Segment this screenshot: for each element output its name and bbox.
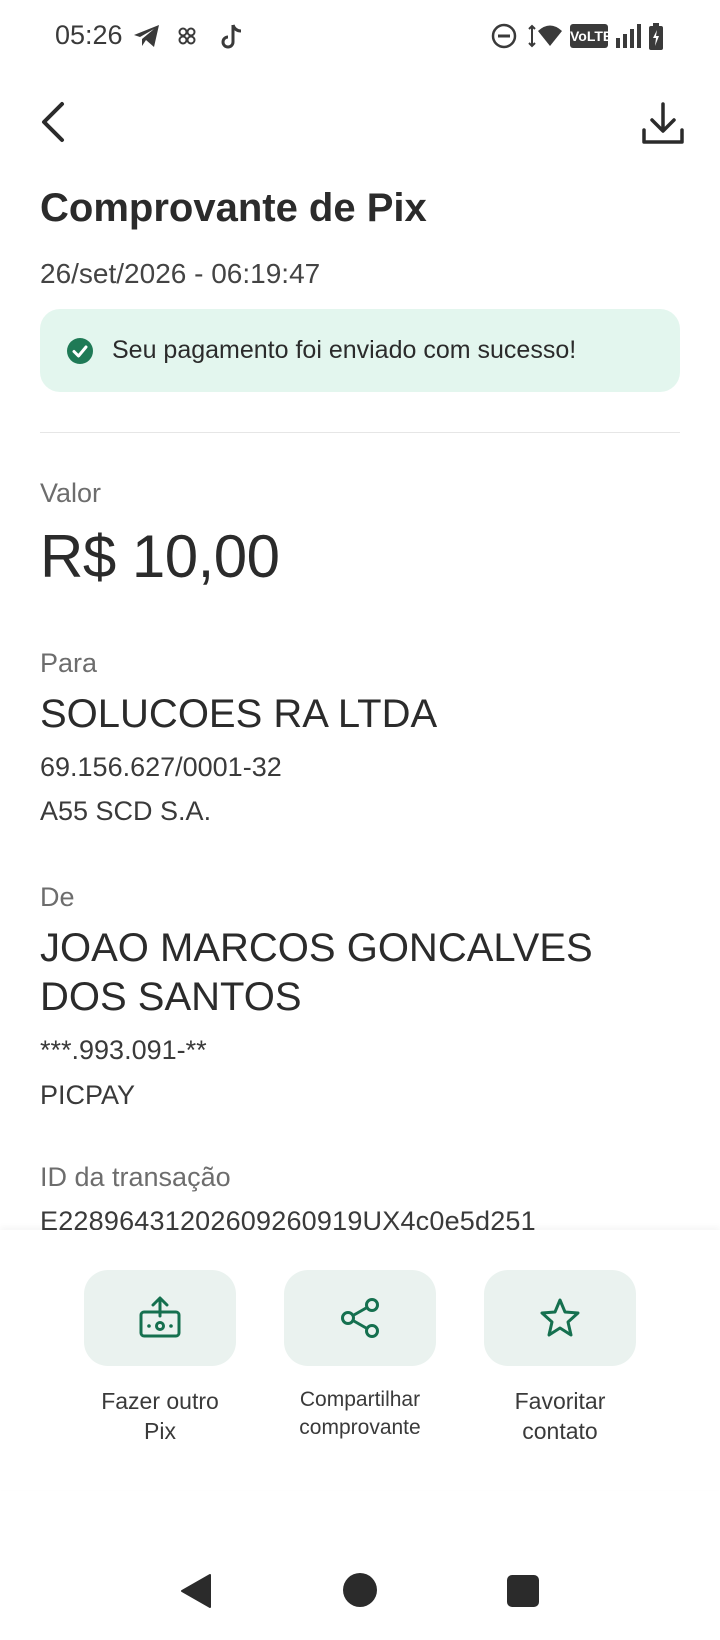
star-icon [540, 1298, 580, 1337]
label-line: Compartilhar [299, 1388, 421, 1411]
battery-charging-icon [649, 23, 663, 50]
share-receipt-action[interactable]: Compartilhar comprovante [284, 1270, 436, 1442]
system-navigation-bar [0, 1550, 720, 1640]
transaction-id-label: ID da transação [40, 1162, 231, 1192]
wifi-icon [528, 24, 562, 48]
nav-back-icon[interactable] [178, 1572, 214, 1610]
status-bar: 05:26 VoLTE [0, 0, 720, 74]
para-document: 69.156.627/0001-32 [40, 752, 282, 782]
telegram-icon [134, 25, 159, 47]
valor-label: Valor [40, 478, 102, 508]
send-money-icon [139, 1296, 181, 1338]
para-label: Para [40, 648, 98, 678]
check-circle-icon [67, 338, 93, 364]
download-icon [642, 102, 684, 144]
favorite-contact-label: Favoritar contato [484, 1386, 636, 1446]
favorite-contact-button[interactable] [484, 1270, 636, 1366]
label-line: comprovante [299, 1416, 421, 1439]
transaction-id: E22896431202609260919UX4c0e5d251 [40, 1206, 536, 1230]
nav-recents-icon[interactable] [506, 1574, 540, 1608]
signal-icon [616, 24, 641, 48]
de-label: De [40, 882, 75, 912]
success-banner: Seu pagamento foi enviado com sucesso! [40, 309, 680, 392]
send-another-pix-label: Fazer outro Pix [84, 1386, 236, 1446]
label-line: Fazer outro [101, 1388, 219, 1414]
tiktok-icon [221, 24, 242, 49]
divider [40, 432, 680, 433]
download-button[interactable] [638, 100, 688, 150]
status-time: 05:26 [55, 20, 123, 50]
de-document: ***.993.091-** [40, 1035, 207, 1065]
do-not-disturb-icon [491, 23, 517, 49]
send-another-pix-action[interactable]: Fazer outro Pix [84, 1270, 236, 1446]
app-header [0, 88, 720, 160]
label-line: contato [522, 1418, 598, 1444]
volte-badge: VoLTE [570, 24, 612, 48]
send-another-pix-button[interactable] [84, 1270, 236, 1366]
share-receipt-label: Compartilhar comprovante [284, 1386, 436, 1442]
favorite-contact-action[interactable]: Favoritar contato [484, 1270, 636, 1446]
label-line: Pix [144, 1418, 176, 1444]
app-notification-icon [178, 27, 196, 45]
back-button[interactable] [34, 98, 78, 148]
action-panel: Fazer outro Pix Compartilhar comprovante… [0, 1230, 720, 1490]
para-institution: A55 SCD S.A. [40, 796, 212, 826]
share-receipt-button[interactable] [284, 1270, 436, 1366]
nav-home-icon[interactable] [342, 1572, 378, 1608]
valor-amount: R$ 10,00 [40, 523, 280, 590]
transaction-timestamp: 26/set/2026 - 06:19:47 [40, 258, 321, 289]
para-name: SOLUCOES RA LTDA [40, 692, 438, 736]
share-icon [341, 1298, 379, 1338]
label-line: Favoritar [514, 1388, 606, 1414]
page-title: Comprovante de Pix [40, 186, 427, 230]
transaction-section: ID da transação E22896431202609260919UX4… [0, 1150, 720, 1230]
de-institution: PICPAY [40, 1080, 136, 1110]
de-name: JOAO MARCOS GONCALVES DOS SANTOS [40, 926, 593, 1019]
back-arrow-icon [42, 102, 64, 142]
success-message: Seu pagamento foi enviado com sucesso! [112, 336, 577, 364]
